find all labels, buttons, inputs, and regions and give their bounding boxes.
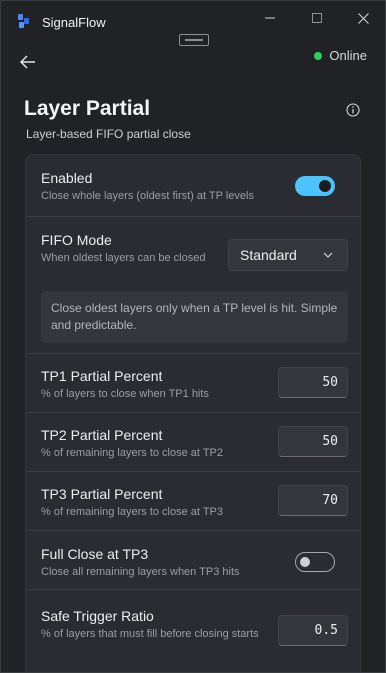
maximize-button[interactable] [294,7,340,29]
toggle-knob [300,557,310,567]
toggle-knob [319,180,331,192]
setting-description: Close whole layers (oldest first) at TP … [41,190,254,202]
setting-enabled: Enabled Close whole layers (oldest first… [26,155,360,217]
setting-description: Close all remaining layers when TP3 hits [41,566,240,578]
setting-tp1: TP1 Partial Percent % of layers to close… [26,354,360,413]
back-button[interactable] [15,51,41,73]
minimize-button[interactable] [247,7,293,29]
maximize-icon [312,13,322,23]
fifo-mode-select[interactable]: Standard [228,239,348,271]
setting-description: % of layers that must fill before closin… [41,628,259,640]
setting-fifo-mode: FIFO Mode When oldest layers can be clos… [26,217,360,354]
fifo-mode-selected: Standard [240,247,297,263]
setting-tp3: TP3 Partial Percent % of remaining layer… [26,472,360,531]
setting-safe-trigger-ratio: Safe Trigger Ratio % of layers that must… [26,590,360,672]
app-window: SignalFlow Online Layer Partial Layer-ba… [0,0,386,673]
tp1-percent-input[interactable]: 50 [278,367,348,398]
status-dot [314,51,323,60]
setting-tp2: TP2 Partial Percent % of remaining layer… [26,413,360,472]
close-button[interactable] [340,7,385,29]
setting-title: Enabled [41,170,93,186]
close-icon [357,12,369,24]
tp3-percent-input[interactable]: 70 [278,485,348,516]
setting-description: % of remaining layers to close at TP3 [41,506,223,518]
full-close-tp3-toggle[interactable] [295,552,335,572]
setting-full-close-tp3: Full Close at TP3 Close all remaining la… [26,531,360,590]
arrow-left-icon [20,55,35,69]
app-title: SignalFlow [42,15,106,30]
signalflow-logo-icon [18,14,29,28]
setting-title: Safe Trigger Ratio [41,608,154,624]
info-icon[interactable] [346,103,360,117]
setting-title: TP2 Partial Percent [41,427,163,443]
status-label: Online [329,48,367,63]
page-subtitle: Layer-based FIFO partial close [26,127,191,141]
setting-title: Full Close at TP3 [41,546,149,562]
page-title: Layer Partial [24,97,151,120]
chevron-down-icon [323,252,333,258]
setting-title: FIFO Mode [41,232,112,248]
connection-status: Online [314,48,367,63]
minimize-icon [265,17,275,19]
settings-card: Enabled Close whole layers (oldest first… [25,154,361,672]
setting-description: When oldest layers can be closed [41,252,206,264]
drag-handle[interactable] [179,34,209,46]
setting-description: % of layers to close when TP1 hits [41,388,209,400]
fifo-mode-note: Close oldest layers only when a TP level… [41,291,348,343]
setting-title: TP3 Partial Percent [41,486,163,502]
enabled-toggle[interactable] [295,176,335,196]
tp2-percent-input[interactable]: 50 [278,426,348,457]
title-bar[interactable]: SignalFlow [1,1,385,35]
setting-description: % of remaining layers to close at TP2 [41,447,223,459]
safe-trigger-ratio-input[interactable]: 0.5 [278,615,348,646]
setting-title: TP1 Partial Percent [41,368,163,384]
